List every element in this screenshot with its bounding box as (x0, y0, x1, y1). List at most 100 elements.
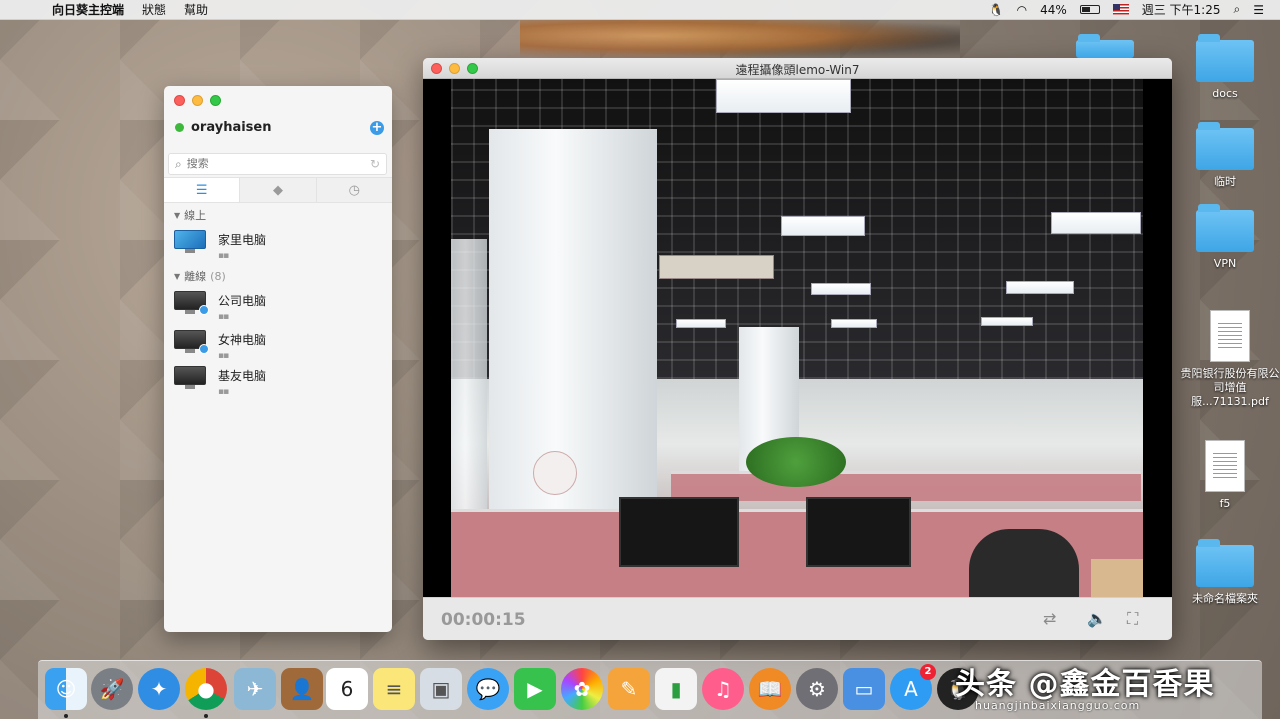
windows-icon: ▪▪ (218, 351, 229, 361)
section-offline[interactable]: ▼ 離線 (8) (174, 268, 226, 284)
calendar-icon[interactable]: 6 (326, 668, 368, 710)
menubar: 向日葵主控端 狀態 幫助 🐧 ◠ 44% 週三 下午1:25 ⌕ ☰ (0, 0, 1280, 20)
calendar-day: 6 (340, 677, 354, 701)
windows-icon: ▪▪ (218, 387, 229, 397)
search-box: ⌕ ↻ (168, 153, 387, 175)
contacts-icon[interactable]: 👤 (281, 668, 323, 710)
tag-icon: ◆ (272, 182, 283, 198)
menu-app-name[interactable]: 向日葵主控端 (52, 1, 124, 18)
monitor-icon (174, 366, 206, 390)
qq-icon[interactable]: 🐧 (937, 668, 979, 710)
finder-icon[interactable]: ☺ (45, 668, 87, 710)
video-view (423, 79, 1172, 597)
system-preferences-icon[interactable]: ⚙ (796, 668, 838, 710)
add-device-button[interactable]: + (370, 121, 384, 135)
device-item-buddy[interactable]: 基友电脑 ▪▪ (174, 366, 266, 397)
section-offline-count: (8) (210, 269, 226, 283)
desktop-icon-label: VPN (1213, 257, 1237, 270)
chrome-icon[interactable]: ● (185, 668, 227, 710)
tab-device-list[interactable]: ☰ (164, 178, 241, 202)
messages-icon[interactable]: 💬 (467, 668, 509, 710)
wifi-icon[interactable]: ◠ (1017, 3, 1027, 17)
input-source-flag-icon[interactable] (1112, 4, 1129, 15)
desktop-folder-untitled[interactable]: 未命名檔案夾 (1180, 539, 1270, 606)
section-offline-label: 離線 (184, 270, 207, 283)
notes-icon[interactable]: ≡ (373, 668, 415, 710)
windows-icon: ▪▪ (218, 312, 229, 322)
desktop-icon-label: 临时 (1214, 175, 1236, 188)
pdf-document-icon (1210, 310, 1250, 362)
desktop-icon-label: docs (1212, 87, 1238, 100)
device-name: 女神电脑 (218, 333, 267, 347)
section-online-label: 線上 (184, 209, 207, 222)
desktop-folder-temp[interactable]: 临时 (1180, 122, 1270, 189)
pages-icon[interactable]: ✎ (608, 668, 650, 710)
search-input[interactable] (186, 158, 347, 170)
monitor-icon (174, 291, 209, 315)
device-item-home[interactable]: 家里电脑 ▪▪ (174, 230, 266, 261)
app-store-icon[interactable]: A 2 (890, 664, 936, 710)
tab-history[interactable]: ◷ (317, 178, 392, 202)
refresh-icon[interactable]: ↻ (370, 157, 380, 171)
volume-icon[interactable]: 🔈 (1087, 609, 1107, 628)
penguin-icon[interactable]: 🐧 (989, 3, 1004, 17)
list-icon: ☰ (195, 182, 208, 198)
playback-controls: 00:00:15 ⇄ 🔈 ⛶ (423, 597, 1172, 640)
preview-icon[interactable]: ✈ (234, 668, 276, 710)
online-status-icon (175, 123, 184, 132)
photo-booth-icon[interactable]: ▣ (420, 668, 462, 710)
remote-badge-icon (199, 305, 209, 315)
tab-tags[interactable]: ◆ (240, 178, 317, 202)
launchpad-icon[interactable]: 🚀 (91, 668, 133, 710)
desktop-folder-partial[interactable] (1060, 34, 1150, 63)
disclosure-triangle-icon: ▼ (174, 210, 181, 220)
window-title: 遠程攝像頭lemo-Win7 (735, 63, 860, 77)
elapsed-time: 00:00:15 (441, 610, 526, 630)
device-item-company[interactable]: 公司电脑 ▪▪ (174, 291, 266, 322)
clock[interactable]: 週三 下午1:25 (1142, 1, 1221, 18)
desktop-file-f5[interactable]: f5 (1180, 440, 1270, 511)
folder-icon (1076, 34, 1134, 58)
device-name: 公司电脑 (218, 294, 267, 308)
disclosure-triangle-icon: ▼ (174, 271, 181, 281)
remote-camera-window: 遠程攝像頭lemo-Win7 00:00:15 ⇄ 🔈 ⛶ (423, 58, 1172, 640)
desktop-file-pdf[interactable]: 贵阳银行股份有限公司增值服...71131.pdf (1180, 310, 1280, 409)
rotate-icon[interactable]: ⇄ (1043, 609, 1056, 628)
battery-percent[interactable]: 44% (1040, 3, 1067, 17)
section-online[interactable]: ▼ 線上 (174, 207, 206, 223)
device-name: 基友电脑 (218, 369, 267, 383)
folder-icon (1196, 539, 1254, 587)
desktop-folder-docs[interactable]: docs (1180, 34, 1270, 101)
minimize-button[interactable] (192, 95, 203, 106)
camera-feed-image (451, 79, 1143, 597)
remote-badge-icon (199, 344, 209, 354)
notification-center-icon[interactable]: ☰ (1253, 3, 1264, 17)
ibooks-icon[interactable]: 📖 (749, 668, 791, 710)
spotlight-search-icon[interactable]: ⌕ (1234, 2, 1241, 17)
oray-client-window: orayhaisen + ⌕ ↻ ☰ ◆ ◷ ▼ 線上 家里电脑 ▪▪ ▼ 離線… (164, 86, 392, 632)
desktop-icon-label: 贵阳银行股份有限公司增值服...71131.pdf (1180, 367, 1280, 408)
search-icon: ⌕ (175, 156, 182, 171)
clock-icon: ◷ (348, 182, 360, 198)
safari-icon[interactable]: ✦ (138, 668, 180, 710)
desktop-folder-vpn[interactable]: VPN (1180, 204, 1270, 271)
username: orayhaisen (191, 120, 272, 135)
app-store-badge: 2 (920, 664, 936, 680)
device-name: 家里电脑 (218, 233, 267, 247)
facetime-icon[interactable]: ▶ (514, 668, 556, 710)
battery-icon[interactable] (1079, 5, 1100, 14)
numbers-icon[interactable]: ▮ (655, 668, 697, 710)
monitor-icon (174, 330, 209, 354)
menu-status[interactable]: 狀態 (142, 1, 166, 18)
zoom-button[interactable] (210, 95, 221, 106)
document-icon (1205, 440, 1245, 492)
photos-icon[interactable]: ✿ (561, 668, 603, 710)
fullscreen-icon[interactable]: ⛶ (1127, 609, 1138, 629)
dock: ☺ 🚀 ✦ ● ✈ 👤 6 ≡ ▣ 💬 ▶ ✿ ✎ ▮ ♫ 📖 ⚙ ▭ A 2 … (38, 660, 1262, 719)
desktop-icon-label: f5 (1219, 497, 1231, 510)
keynote-icon[interactable]: ▭ (843, 668, 885, 710)
device-item-goddess[interactable]: 女神电脑 ▪▪ (174, 330, 266, 361)
close-button[interactable] (174, 95, 185, 106)
itunes-icon[interactable]: ♫ (702, 668, 744, 710)
menu-help[interactable]: 幫助 (184, 1, 208, 18)
